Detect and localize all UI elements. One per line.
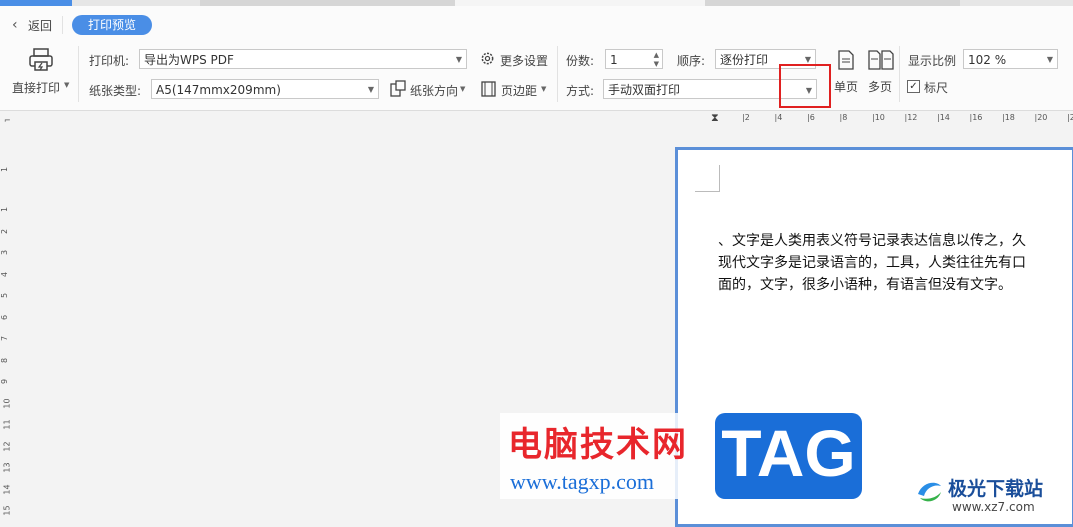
ruler-tick-label: 9 [0,378,10,385]
order-label: 顺序: [677,54,706,68]
divider [62,16,63,34]
copies-label: 份数: [566,54,595,68]
zoom-value: 102 % [968,53,1007,67]
ruler-tick-label: 14 [2,483,12,495]
duplex-mode-value: 手动双面打印 [608,83,681,97]
caret-down-icon: ▼ [1046,55,1053,64]
paper-type-label: 纸张类型: [89,84,142,98]
watermark-url: www.tagxp.com [510,469,654,494]
ruler-corner: ⌐ [4,116,11,125]
divider [78,46,79,102]
ruler-tick-label: 6 [0,314,10,320]
caret-down-icon: ▼ [460,85,466,93]
print-preview-tab[interactable]: 打印预览 [72,15,152,35]
chevron-left-icon: ‹ [12,17,18,33]
ruler-tick-label: |18 [1002,113,1015,122]
caret-down-icon: ▼ [455,55,462,64]
caret-down-icon: ▼ [367,85,374,94]
ruler-tick-label: 5 [0,292,10,299]
ruler-tick-label: 2 [0,228,10,234]
zoom-label: 显示比例 [908,54,957,68]
ruler-tick-label: 1 [0,166,10,173]
watermark-tag-text: TAG [721,416,856,490]
copies-stepper[interactable]: 1 ▲ ▼ [605,49,663,69]
watermark-title: 电脑技术网 [508,425,688,465]
mode-label: 方式: [566,84,595,98]
printer-select[interactable]: 导出为WPS PDF ▼ [139,49,467,69]
caret-down-icon: ▼ [541,85,547,93]
more-settings-label: 更多设置 [500,54,549,68]
zoom-select[interactable]: 102 % ▼ [963,49,1058,69]
order-value: 逐份打印 [720,53,769,67]
ruler-tick-label: 7 [0,335,10,342]
ruler-tick-label: |10 [872,113,885,122]
margins-icon [481,81,496,97]
divider [899,46,900,102]
multi-page-button[interactable]: 多页 [868,48,896,94]
orientation-label: 纸张方向 [410,84,459,98]
highlight-box [779,64,831,108]
single-page-button[interactable]: 单页 [834,48,860,94]
document-text-line: 现代文字多是记录语言的，工具，人类往往先有口 [718,255,1026,271]
ruler-tick-label: |14 [937,113,950,122]
multi-page-label: 多页 [868,80,893,94]
ruler-tick-label: |16 [969,113,983,122]
ruler-tick-label: 11 [2,419,12,430]
brand-logo-icon [918,482,941,502]
watermark-brand: 极光下载站 www.xz7.com [912,470,1072,522]
ruler-tick-label: 15 [2,505,12,516]
margins-button[interactable]: 页边距 ▼ [481,80,551,98]
gear-icon [481,52,494,65]
ruler-label: 标尺 [924,81,949,95]
caret-down-icon: ▼ [64,81,70,89]
stepper-down-icon[interactable]: ▼ [654,54,659,68]
direct-print-label: 直接打印 [12,81,61,95]
watermark-site: 电脑技术网 www.tagxp.com [500,413,708,499]
indent-marker-icon[interactable]: ⧗ [711,111,719,125]
margins-label: 页边距 [501,84,538,98]
ruler-tick-label: |4 [774,113,783,122]
back-label: 返回 [28,19,53,33]
ruler-tick-label: |8 [839,113,848,122]
margin-corner-marker [695,165,720,192]
horizontal-ruler: ⌐ |2 |4 |6 |8 |10 |12 |14 |16 |18 |20 |22 ⧗ [0,111,1073,129]
multi-page-icon [868,50,894,70]
divider [557,46,558,102]
brand-title: 极光下载站 [948,478,1044,500]
printer-value: 导出为WPS PDF [144,53,234,67]
direct-print-button[interactable]: 直接打印 ▼ [8,46,74,98]
document-text-line: 、文字是人类用表义符号记录表达信息以传之，久 [718,233,1026,249]
ruler-tick-label: 4 [0,271,10,277]
ruler-tick-label: |22 [1067,113,1073,122]
watermark-tag-logo: TAG [715,413,862,499]
orientation-button[interactable]: 纸张方向 ▼ [390,80,470,98]
single-page-label: 单页 [834,80,859,94]
paper-type-select[interactable]: A5(147mmx209mm) ▼ [151,79,379,99]
copies-value: 1 [610,53,618,67]
ruler-tick-label: 8 [0,357,10,363]
ruler-tick-label: |12 [904,113,918,122]
orientation-icon [390,80,406,97]
ruler-tick-label: |6 [807,113,815,122]
ruler-tick-label: 12 [2,440,12,452]
print-toolbar: ‹ 返回 打印预览 直接打印 ▼ 打印机: 导出为WPS PDF ▼ 纸张类型:… [0,6,1073,111]
brand-url: www.xz7.com [952,500,1035,514]
ruler-tick-label: 13 [2,462,12,473]
single-page-icon [838,50,854,70]
ruler-tick-label: |2 [742,113,750,122]
ruler-tick-label: 10 [2,397,12,409]
ruler-tick-label: 3 [0,249,10,256]
paper-type-value: A5(147mmx209mm) [156,83,281,97]
document-text-line: 面的，文字，很多小语种，有语言但没有文字。 [718,277,1012,293]
vertical-ruler: 1 1 2 3 4 5 6 7 8 9 10 11 12 13 14 15 [0,129,16,525]
checkbox-checked-icon[interactable]: ✓ [907,80,920,93]
printer-label: 打印机: [89,54,130,68]
printer-icon [29,48,53,71]
ruler-tick-label: |20 [1034,113,1048,122]
ruler-tick-label: 1 [0,206,10,213]
